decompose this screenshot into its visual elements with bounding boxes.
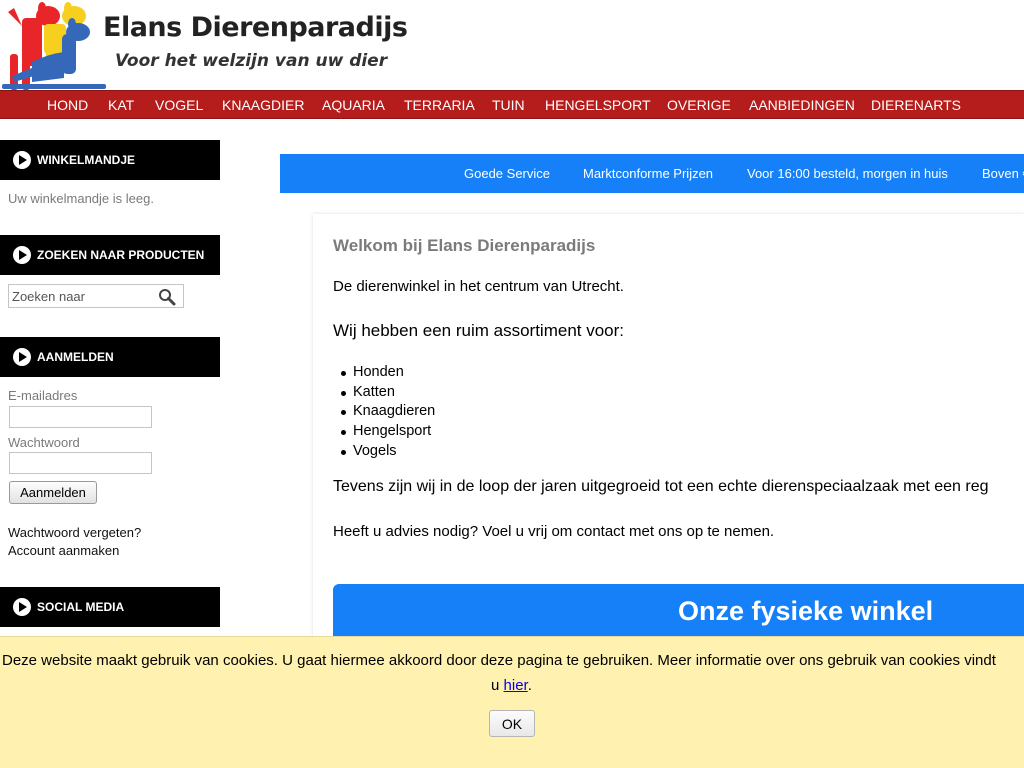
cart-header: WINKELMANDJE [0, 140, 220, 180]
intro-text: De dierenwinkel in het centrum van Utrec… [333, 278, 624, 295]
site-title[interactable]: Elans Dierenparadijs [103, 12, 408, 43]
play-arrow-icon [13, 598, 31, 616]
magnifier-icon[interactable] [158, 288, 176, 306]
search-box [8, 284, 184, 308]
search-header: ZOEKEN NAAR PRODUCTEN [0, 235, 220, 275]
nav-item-overige[interactable]: OVERIGE [667, 97, 731, 113]
social-title: SOCIAL MEDIA [37, 600, 125, 614]
cookie-message: Deze website maakt gebruik van cookies. … [2, 652, 996, 669]
content-card: Welkom bij Elans Dierenparadijs De diere… [313, 214, 1024, 644]
list-item: Katten [333, 384, 435, 404]
product-list: Honden Katten Knaagdieren Hengelsport Vo… [333, 364, 435, 462]
login-button[interactable]: Aanmelden [9, 481, 97, 504]
search-input[interactable] [9, 285, 152, 307]
cookie-info-link[interactable]: hier [504, 677, 528, 694]
cookie-message-cont: u hier. [491, 677, 532, 694]
assortment-intro: Wij hebben een ruim assortiment voor: [333, 321, 625, 340]
page-title: Welkom bij Elans Dierenparadijs [333, 236, 596, 255]
email-label: E-mailadres [8, 388, 78, 403]
cookie-prefix: u [491, 677, 504, 694]
usp-item: Goede Service [464, 166, 550, 181]
nav-item-terraria[interactable]: TERRARIA [404, 97, 475, 113]
cart-title: WINKELMANDJE [37, 153, 135, 167]
nav-item-knaagdier[interactable]: KNAAGDIER [222, 97, 304, 113]
main-nav: HOND KAT VOGEL KNAAGDIER AQUARIA TERRARI… [0, 90, 1024, 119]
social-header: SOCIAL MEDIA [0, 587, 220, 627]
cookie-bar: Deze website maakt gebruik van cookies. … [0, 636, 1024, 768]
site-tagline: Voor het welzijn van uw dier [115, 51, 388, 71]
usp-item: Boven € [982, 166, 1024, 181]
forgot-password-link[interactable]: Wachtwoord vergeten? [8, 525, 141, 540]
play-arrow-icon [13, 348, 31, 366]
specialty-text: Tevens zijn wij in de loop der jaren uit… [333, 478, 989, 495]
nav-item-hond[interactable]: HOND [47, 97, 88, 113]
list-item: Honden [333, 364, 435, 384]
list-item: Hengelsport [333, 423, 435, 443]
nav-item-hengelsport[interactable]: HENGELSPORT [545, 97, 651, 113]
play-arrow-icon [13, 246, 31, 264]
usp-bar: Goede Service Marktconforme Prijzen Voor… [280, 154, 1024, 193]
nav-item-vogel[interactable]: VOGEL [155, 97, 203, 113]
password-label: Wachtwoord [8, 435, 80, 450]
play-arrow-icon [13, 151, 31, 169]
dogs-logo-icon[interactable] [2, 2, 106, 90]
nav-item-tuin[interactable]: TUIN [492, 97, 525, 113]
password-field[interactable] [9, 452, 152, 474]
nav-item-dierenarts[interactable]: DIERENARTS [871, 97, 961, 113]
login-title: AANMELDEN [37, 350, 114, 364]
usp-item: Marktconforme Prijzen [583, 166, 714, 181]
create-account-link[interactable]: Account aanmaken [8, 543, 119, 558]
list-item: Knaagdieren [333, 403, 435, 423]
nav-item-aquaria[interactable]: AQUARIA [322, 97, 385, 113]
shop-banner-title: Onze fysieke winkel [678, 596, 934, 626]
login-header: AANMELDEN [0, 337, 220, 377]
advice-text: Heeft u advies nodig? Voel u vrij om con… [333, 523, 775, 540]
usp-item: Voor 16:00 besteld, morgen in huis [747, 166, 948, 181]
shop-banner: Onze fysieke winkel [333, 584, 1024, 644]
cookie-suffix: . [527, 677, 532, 694]
cookie-ok-button[interactable]: OK [489, 710, 535, 737]
nav-item-aanbiedingen[interactable]: AANBIEDINGEN [749, 97, 855, 113]
site-header: Elans Dierenparadijs Voor het welzijn va… [0, 0, 1024, 90]
cart-empty-text: Uw winkelmandje is leeg. [8, 191, 154, 206]
list-item: Vogels [333, 443, 435, 463]
email-field[interactable] [9, 406, 152, 428]
search-title: ZOEKEN NAAR PRODUCTEN [37, 248, 205, 262]
nav-item-kat[interactable]: KAT [108, 97, 134, 113]
